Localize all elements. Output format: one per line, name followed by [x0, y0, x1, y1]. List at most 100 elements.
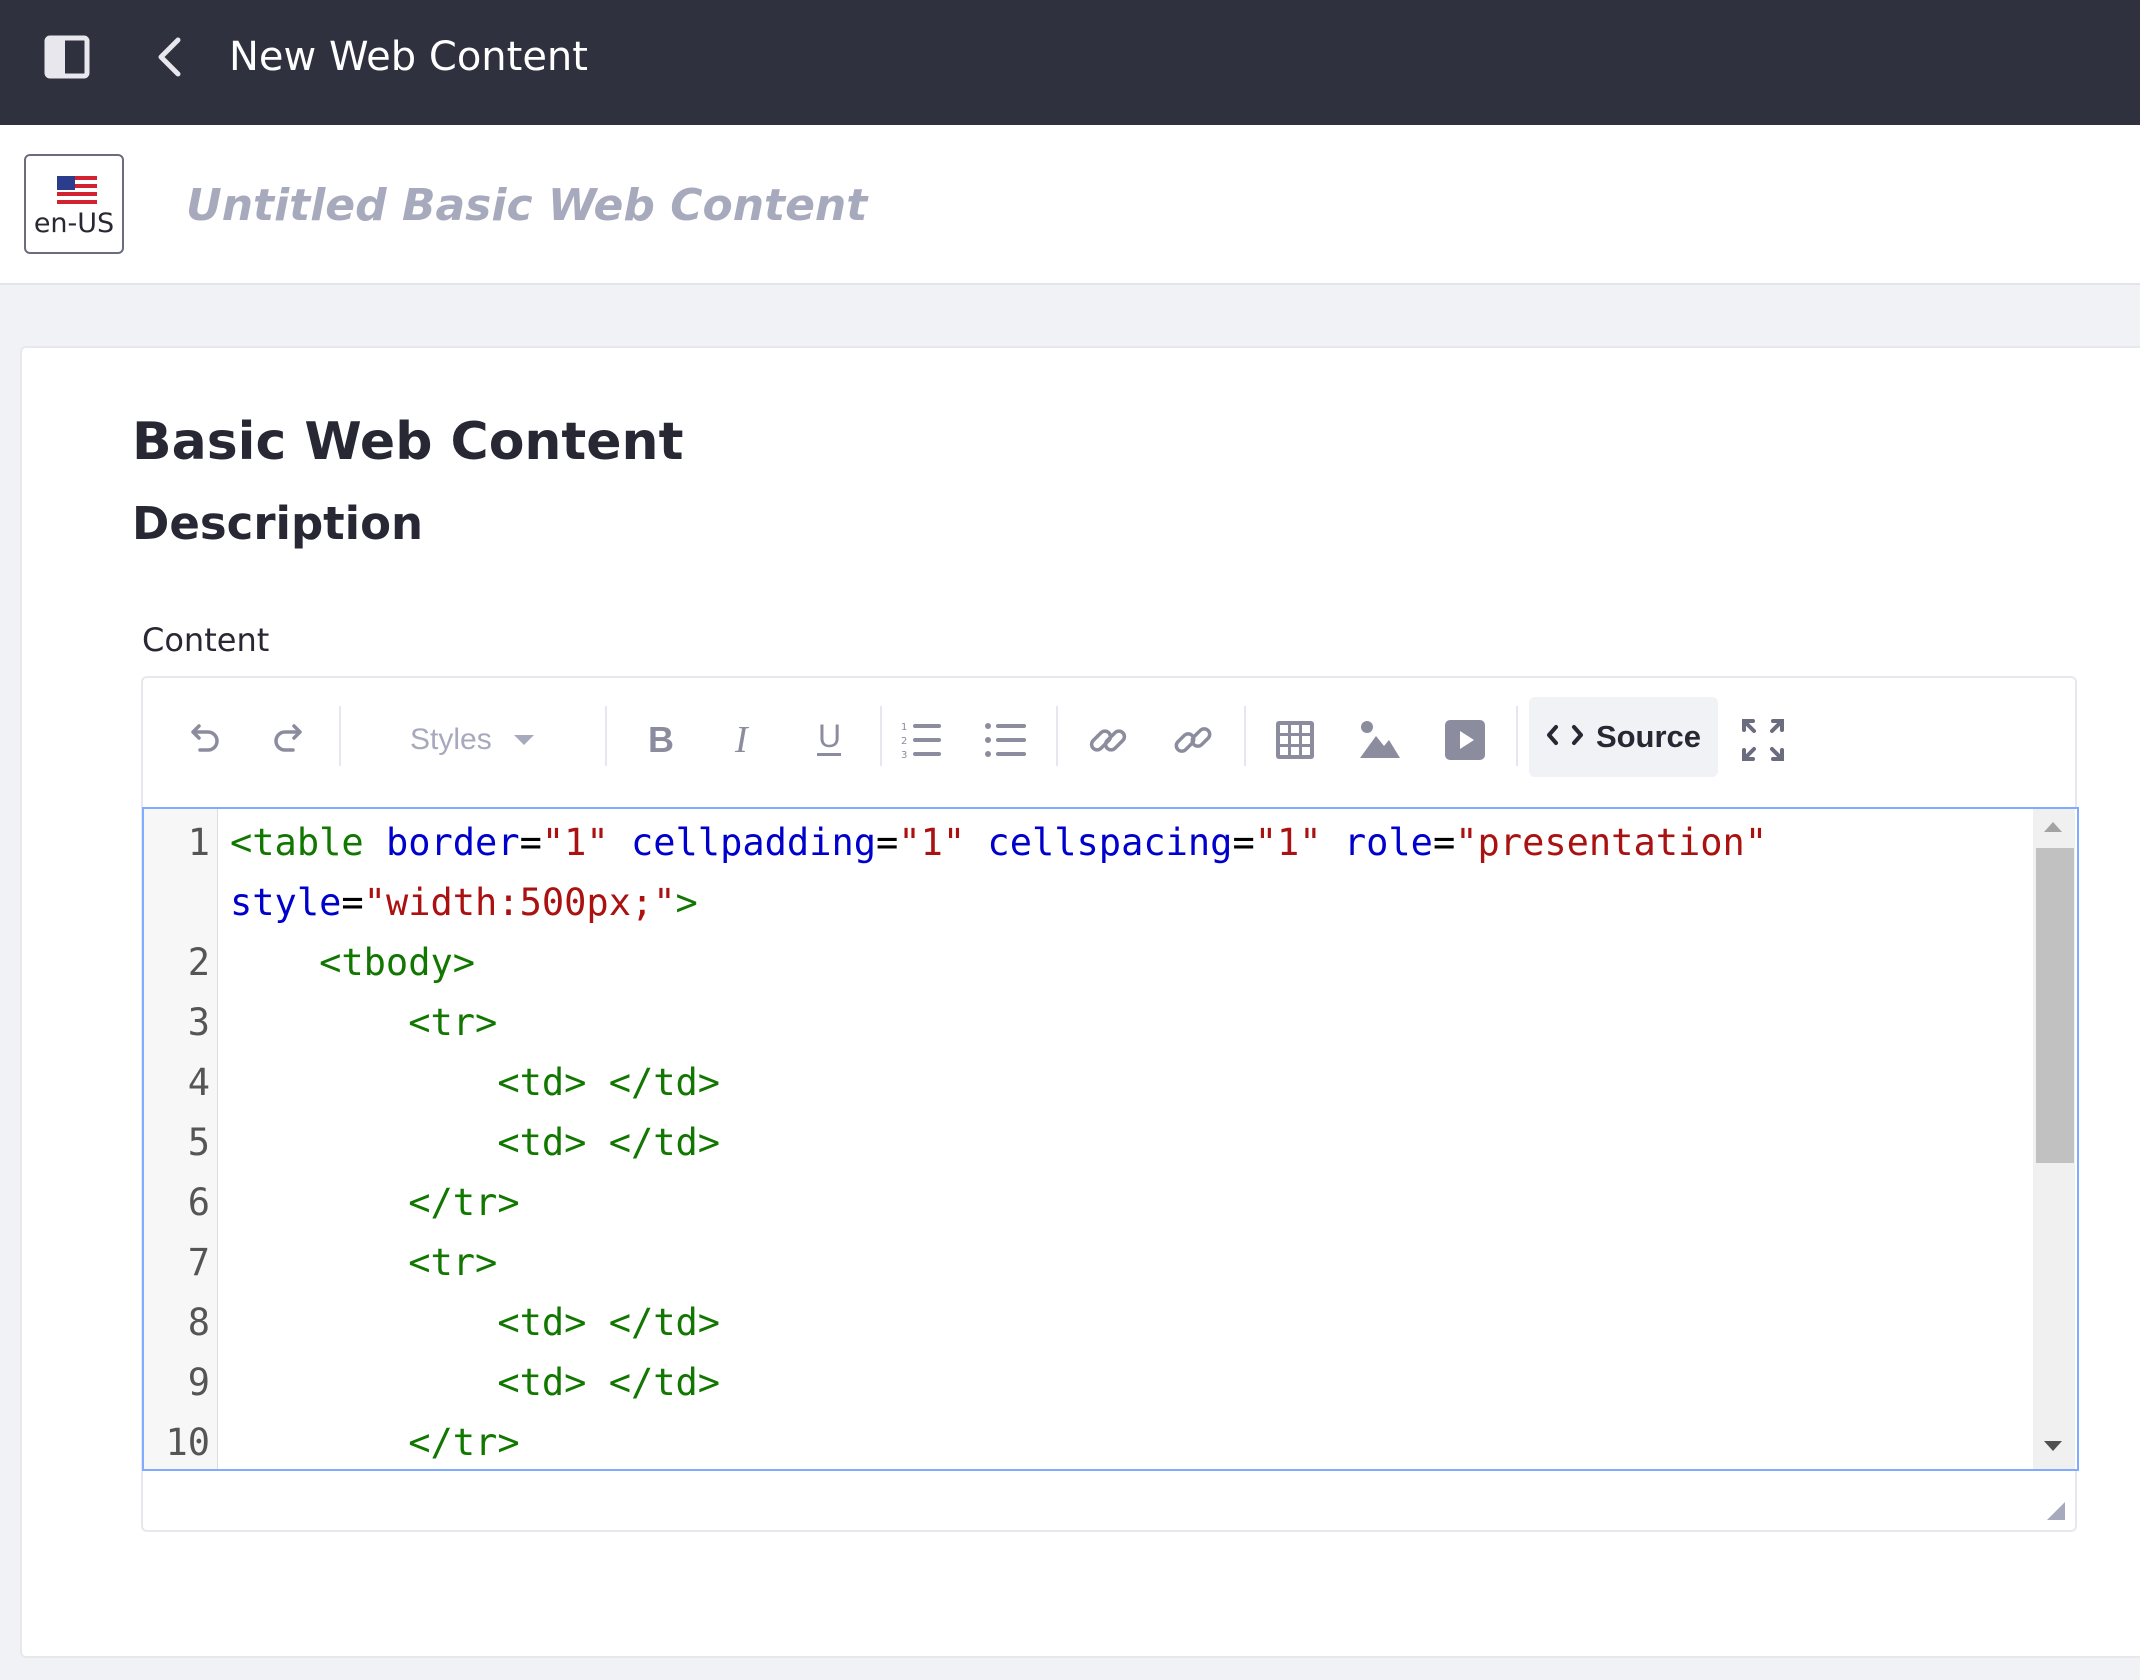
bold-icon[interactable]: B — [638, 704, 682, 776]
line-number: 10 — [165, 1421, 210, 1464]
line-number: 9 — [187, 1361, 210, 1404]
italic-icon[interactable]: I — [723, 704, 767, 776]
code-token-tag: <td> — [497, 1121, 587, 1164]
code-line: <td> </td> — [230, 1293, 720, 1353]
locale-selector-button[interactable]: en-US — [24, 154, 124, 254]
code-token-tag: <tr> — [408, 1001, 498, 1044]
code-line: <tbody> — [230, 933, 475, 993]
code-icon — [1546, 722, 1584, 753]
code-token-str: "presentation" — [1455, 821, 1768, 864]
source-button[interactable]: Source — [1529, 697, 1718, 777]
code-token-tag: <tbody> — [319, 941, 476, 984]
toolbar-separator — [880, 706, 882, 766]
code-token-tag: </td> — [608, 1361, 721, 1404]
title-input[interactable]: Untitled Basic Web Content — [186, 180, 867, 231]
code-token-plain: = — [1432, 821, 1456, 864]
svg-text:2: 2 — [901, 736, 907, 747]
toolbar-separator — [1244, 706, 1246, 766]
content-field-label: Content — [142, 621, 270, 659]
line-number: 6 — [187, 1181, 210, 1224]
caret-down-icon — [513, 735, 534, 745]
numbered-list-icon[interactable]: 1 2 3 — [896, 704, 946, 776]
code-token-attr: cellspacing — [987, 821, 1233, 864]
svg-text:1: 1 — [901, 722, 907, 733]
locale-label: en-US — [33, 208, 115, 239]
toolbar-separator — [605, 706, 607, 766]
bulleted-list-icon[interactable] — [981, 704, 1031, 776]
code-token-attr: role — [1343, 821, 1433, 864]
svg-text:U: U — [818, 720, 841, 754]
page-title: New Web Content — [229, 34, 588, 80]
code-token-plain: = — [341, 881, 364, 924]
code-token-tag: <td> — [497, 1301, 587, 1344]
code-line: <td> </td> — [230, 1113, 720, 1173]
scrollbar-thumb[interactable] — [2036, 848, 2074, 1163]
styles-dropdown[interactable]: Styles — [410, 704, 575, 776]
svg-text:B: B — [648, 722, 674, 758]
styles-label: Styles — [410, 723, 492, 756]
code-token-str: "1" — [541, 821, 609, 864]
image-icon[interactable] — [1356, 704, 1404, 776]
structure-title: Basic Web Content — [132, 412, 684, 472]
line-number: 3 — [187, 1001, 210, 1044]
code-token-tag: </td> — [608, 1301, 721, 1344]
product-menu-icon[interactable] — [44, 33, 96, 85]
video-icon[interactable] — [1442, 704, 1488, 776]
underline-icon[interactable]: U — [807, 704, 851, 776]
code-token-plain: = — [1232, 821, 1255, 864]
svg-text:I: I — [734, 722, 750, 758]
toolbar-separator — [339, 706, 341, 766]
code-token-tag: </td> — [608, 1121, 721, 1164]
code-line: </tr> — [230, 1173, 520, 1233]
code-token-tag: <table — [230, 821, 364, 864]
code-token-attr: cellpadding — [630, 821, 877, 864]
us-flag-icon — [57, 176, 97, 204]
section-title: Description — [132, 497, 424, 550]
scroll-down-arrow-icon[interactable] — [2044, 1441, 2062, 1451]
line-number: 2 — [187, 941, 210, 984]
resize-handle-icon[interactable] — [2045, 1500, 2065, 1520]
undo-icon[interactable] — [182, 704, 226, 776]
code-token-tag: <td> — [497, 1361, 587, 1404]
code-token-tag: <tr> — [408, 1241, 498, 1284]
table-icon[interactable] — [1272, 704, 1318, 776]
code-token-str: "width:500px;" — [363, 881, 676, 924]
line-number: 1 — [187, 821, 210, 864]
code-token-tag: </tr> — [408, 1181, 520, 1224]
line-number — [144, 873, 210, 933]
code-token-tag: </tr> — [408, 1421, 520, 1464]
unlink-icon[interactable] — [1171, 704, 1215, 776]
svg-text:3: 3 — [901, 750, 907, 761]
source-label: Source — [1595, 719, 1702, 754]
code-token-tag: <td> — [497, 1061, 587, 1104]
code-line: <tr> — [230, 993, 497, 1053]
code-line: <tr> — [230, 1233, 497, 1293]
code-line: style="width:500px;"> — [230, 873, 698, 933]
link-icon[interactable] — [1086, 704, 1130, 776]
redo-icon[interactable] — [267, 704, 311, 776]
line-number: 8 — [187, 1301, 210, 1344]
source-code-editor[interactable]: 1 <table border="1" cellpadding="1" cells… — [142, 807, 2079, 1471]
code-token-attr: border — [385, 821, 520, 864]
chevron-left-icon[interactable] — [150, 32, 192, 82]
maximize-icon[interactable] — [1739, 704, 1787, 776]
code-line: </tr> — [230, 1413, 520, 1469]
scroll-up-arrow-icon[interactable] — [2044, 822, 2062, 832]
code-token-str: "1" — [898, 821, 966, 864]
code-token-str: "1" — [1254, 821, 1322, 864]
line-number: 7 — [187, 1241, 210, 1284]
